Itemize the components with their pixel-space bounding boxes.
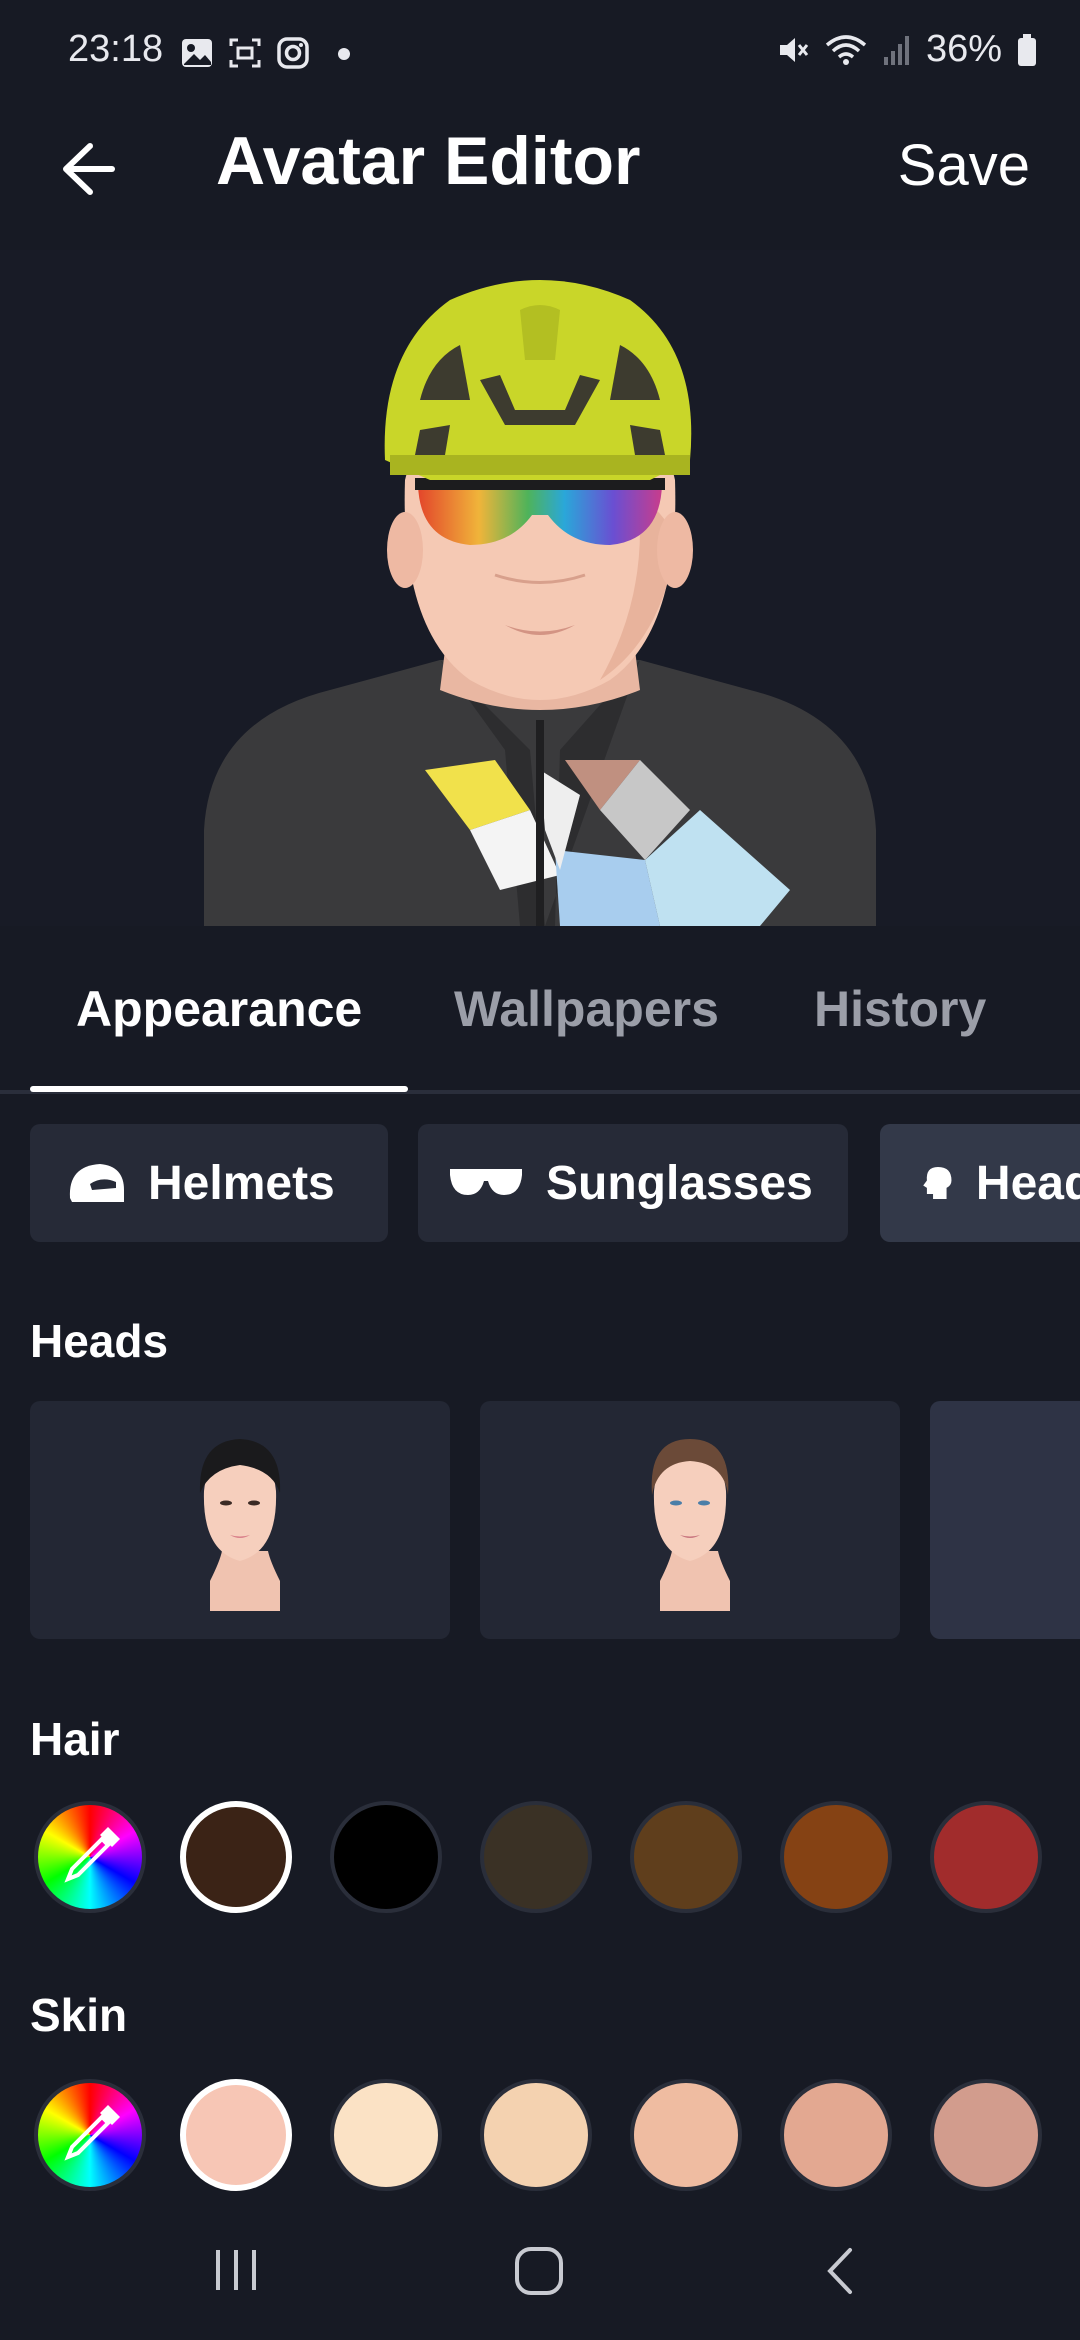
hair-color-swatch-5[interactable] (780, 1801, 892, 1913)
head-card-3[interactable] (930, 1401, 1080, 1639)
head-thumbnail-2 (651, 1439, 730, 1611)
tab-active-indicator (30, 1086, 408, 1092)
screenshot-icon (229, 38, 261, 68)
hair-color-swatch-2[interactable] (330, 1801, 442, 1913)
avatar-preview (0, 250, 1080, 926)
skin-color-swatch-6[interactable] (930, 2079, 1042, 2191)
signal-icon (883, 35, 909, 65)
skin-color-swatch-1[interactable] (180, 2079, 292, 2191)
head-thumbnail-1 (199, 1439, 281, 1611)
tab-appearance[interactable]: Appearance (76, 980, 362, 1038)
section-title-heads: Heads (30, 1315, 169, 1367)
instagram-icon (277, 37, 309, 69)
page-title: Avatar Editor (216, 123, 641, 199)
hair-color-swatch-6[interactable] (930, 1801, 1042, 1913)
gallery-icon (182, 39, 212, 67)
home-icon[interactable] (512, 2244, 566, 2298)
category-label-helmets: Helmets (148, 1156, 335, 1210)
category-chip-helmets[interactable]: Helmets (30, 1124, 388, 1242)
hair-color-swatch-1[interactable] (180, 1801, 292, 1913)
category-chip-sunglasses[interactable]: Sunglasses (418, 1124, 848, 1242)
skin-color-picker[interactable] (34, 2079, 146, 2191)
skin-color-swatch-2[interactable] (330, 2079, 442, 2191)
skin-color-swatch-4[interactable] (630, 2079, 742, 2191)
eyedropper-icon (64, 2105, 120, 2161)
helmet-icon (69, 1164, 124, 1202)
status-right: 36% (776, 28, 1038, 71)
hair-color-swatch-4[interactable] (630, 1801, 742, 1913)
section-title-hair: Hair (30, 1713, 120, 1765)
tab-history[interactable]: History (814, 980, 986, 1038)
status-bar: 23:18 36% (0, 0, 1080, 110)
mute-icon (779, 37, 809, 62)
category-label-heads: Heads (975, 1156, 1080, 1210)
system-nav-bar (0, 2200, 1080, 2340)
notification-dot (338, 48, 350, 60)
tab-wallpapers[interactable]: Wallpapers (454, 980, 719, 1038)
save-button[interactable]: Save (898, 132, 1030, 199)
recent-apps-icon[interactable] (210, 2244, 262, 2296)
head-card-2[interactable] (480, 1401, 900, 1639)
skin-color-swatch-5[interactable] (780, 2079, 892, 2191)
avatar-image (204, 280, 876, 926)
section-title-skin: Skin (30, 1989, 128, 2041)
battery-percent: 36% (925, 28, 1002, 70)
back-arrow-icon[interactable] (50, 134, 120, 204)
eyedropper-icon (64, 1827, 120, 1883)
head-card-1[interactable] (30, 1401, 450, 1639)
head-icon (923, 1167, 952, 1199)
back-nav-icon[interactable] (820, 2244, 864, 2298)
sunglasses-icon (450, 1169, 522, 1195)
wifi-icon (825, 34, 867, 65)
status-time: 23:18 (68, 28, 164, 70)
skin-color-swatch-3[interactable] (480, 2079, 592, 2191)
battery-icon (1018, 33, 1036, 66)
hair-color-swatch-3[interactable] (480, 1801, 592, 1913)
hair-color-picker[interactable] (34, 1801, 146, 1913)
category-label-sunglasses: Sunglasses (546, 1156, 813, 1210)
category-chip-heads[interactable]: Heads (880, 1124, 1080, 1242)
